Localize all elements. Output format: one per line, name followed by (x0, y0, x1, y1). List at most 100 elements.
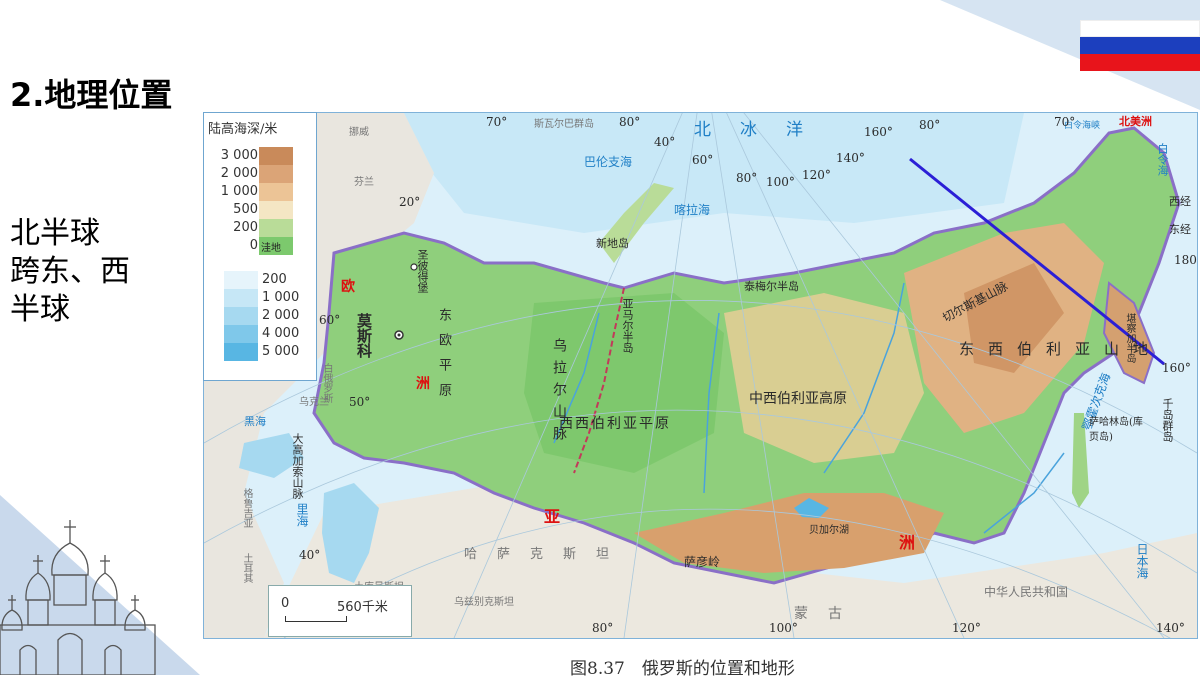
legend-land-row: 0 洼地 (204, 237, 316, 255)
legend-land-label: 500 (233, 202, 258, 217)
legend-title: 陆高海深/米 (208, 122, 278, 137)
legend-swatch (224, 271, 258, 289)
lon-label: 70° (1054, 115, 1076, 129)
lon-label: 20° (399, 195, 421, 209)
lon-label: 80° (592, 621, 614, 635)
legend-sea-row: 5 000 (204, 343, 316, 361)
legend-sea-label: 4 000 (262, 326, 300, 341)
lon-label: 40° (654, 135, 676, 149)
lon-label: 120° (952, 621, 981, 635)
legend-land-label: 1 000 (220, 184, 258, 199)
label-bering-sea: 白令海 (1156, 143, 1169, 176)
legend-swatch (259, 183, 293, 201)
label-finland: 芬兰 (354, 177, 374, 188)
legend-land-label: 200 (233, 220, 258, 235)
legend-land-label: 3 000 (220, 148, 258, 163)
legend-lowland-label: 洼地 (261, 243, 281, 254)
label-north-america: 北美洲 (1119, 115, 1152, 128)
legend-sea-label: 5 000 (262, 344, 300, 359)
legend-sea-label: 2 000 (262, 308, 300, 323)
label-europe-1: 欧 (341, 279, 355, 295)
lon-label: 70° (486, 115, 508, 129)
slide-title: 2.地理位置 (10, 76, 173, 114)
flag-stripe-white (1080, 20, 1200, 37)
legend-sea-row: 4 000 (204, 325, 316, 343)
label-asia-2: 洲 (899, 533, 916, 552)
legend-sea-label: 1 000 (262, 290, 300, 305)
legend-swatch (224, 289, 258, 307)
label-west-longitude: 西经 (1169, 195, 1191, 208)
label-barents-sea: 巴伦支海 (584, 155, 633, 169)
body-line-3: 半球 (10, 292, 70, 327)
legend-land-row: 3 000 (204, 147, 316, 165)
body-line-1: 北半球 (10, 216, 100, 251)
cathedral-icon (0, 520, 156, 675)
lon-label: 80° (919, 118, 941, 132)
scale-start: 0 (281, 596, 290, 611)
legend-swatch (259, 219, 293, 237)
body-text: 北半球 跨东、西 半球 (10, 215, 130, 329)
lon-label: 60° (319, 313, 341, 327)
scale-line (285, 616, 347, 622)
label-ukraine: 乌克兰 (299, 397, 329, 408)
lon-label: 140° (1156, 621, 1185, 635)
lon-label: 160° (864, 125, 893, 139)
legend-swatch (224, 307, 258, 325)
label-moscow: 莫斯科 (355, 313, 373, 358)
legend-land-row: 2 000 (204, 165, 316, 183)
legend-swatch: 洼地 (259, 237, 293, 255)
legend-land-label: 0 (249, 238, 258, 253)
moscow-marker-dot (397, 333, 401, 337)
lon-label: 40° (299, 548, 321, 562)
lon-label: 100° (769, 621, 798, 635)
legend-swatch (259, 201, 293, 219)
label-kamchatka: 堪察加半岛 (1124, 313, 1135, 363)
russia-map: 北 冰 洋 巴伦支海 喀拉海 新地岛 亚马尔半岛 泰梅尔半岛 欧 洲 亚 洲 北… (203, 112, 1198, 639)
flag-stripe-red (1080, 54, 1200, 71)
legend-swatch (224, 343, 258, 361)
label-baikal: 贝加尔湖 (809, 525, 849, 536)
map-legend: 陆高海深/米 3 000 2 000 1 000 500 200 0 洼地 20… (203, 112, 317, 381)
label-stpetersburg: 圣彼得堡 (416, 249, 429, 293)
body-line-2: 跨东、西 (10, 254, 130, 289)
lon-label: 180° (1174, 253, 1197, 267)
label-kara-sea: 喀拉海 (674, 203, 711, 217)
label-europe-2: 洲 (416, 376, 430, 392)
lon-label: 80° (736, 171, 758, 185)
label-japan-sea: 日本海 (1135, 543, 1149, 579)
legend-swatch (224, 325, 258, 343)
label-uzbekistan: 乌兹别克斯坦 (454, 597, 514, 608)
lon-label: 80° (619, 115, 641, 129)
label-svalbard: 斯瓦尔巴群岛 (534, 119, 594, 130)
map-scale-bar: 0 560千米 (268, 585, 412, 637)
label-georgia: 格鲁吉亚 (241, 488, 252, 528)
scale-end: 560千米 (337, 600, 388, 615)
label-east-longitude: 东经 (1169, 223, 1191, 236)
label-taimyr: 泰梅尔半岛 (744, 280, 799, 293)
label-mongolia: 蒙古 (794, 606, 862, 622)
legend-land-row: 500 (204, 201, 316, 219)
label-kazakhstan: 哈萨克斯坦 (464, 547, 630, 562)
label-arctic-ocean: 北 冰 洋 (694, 120, 809, 140)
label-sakhalin: 萨哈林岛(库页岛) (1089, 417, 1143, 443)
lon-label: 160° (1162, 361, 1191, 375)
label-caspian: 里海 (295, 503, 309, 527)
russia-flag (1080, 20, 1200, 71)
label-sayan: 萨彦岭 (684, 555, 721, 569)
label-black-sea: 黑海 (244, 415, 266, 428)
legend-sea-row: 2 000 (204, 307, 316, 325)
label-west-siberian-plain: 西西伯利亚平原 (559, 416, 671, 432)
legend-swatch (259, 165, 293, 183)
flag-stripe-blue (1080, 37, 1200, 54)
legend-swatch (259, 147, 293, 165)
legend-sea-row: 1 000 (204, 289, 316, 307)
legend-land-label: 2 000 (220, 166, 258, 181)
legend-land-row: 200 (204, 219, 316, 237)
lon-label: 50° (349, 395, 371, 409)
label-caucasus: 大高加索山脉 (291, 433, 304, 499)
lon-label: 120° (802, 168, 831, 182)
legend-sea-row: 200 (204, 271, 316, 289)
label-central-siberian-plateau: 中西伯利亚高原 (749, 391, 847, 407)
label-china: 中华人民共和国 (984, 585, 1069, 599)
label-east-european-plain: 东欧平原 (436, 308, 451, 408)
